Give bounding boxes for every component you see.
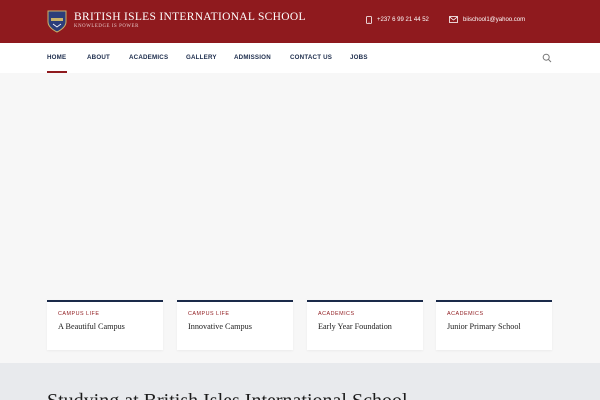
phone-number: +237 6 99 21 44 52: [377, 17, 429, 23]
card-title[interactable]: A Beautiful Campus: [58, 322, 125, 331]
search-icon[interactable]: [542, 53, 552, 63]
contact-phone[interactable]: +237 6 99 21 44 52: [366, 16, 429, 24]
phone-icon: [366, 16, 372, 24]
nav-item-about[interactable]: ABOUT: [87, 54, 110, 61]
card-category: ACADEMICS: [447, 311, 484, 317]
card-category: ACADEMICS: [318, 311, 355, 317]
intro-section: Studying at British Isles International …: [0, 363, 600, 400]
email-address: biischool1@yahoo.com: [463, 16, 526, 23]
card-title[interactable]: Innovative Campus: [188, 322, 252, 331]
card-title[interactable]: Early Year Foundation: [318, 322, 392, 331]
contact-email[interactable]: biischool1@yahoo.com: [449, 16, 525, 23]
feature-card[interactable]: ACADEMICS Early Year Foundation: [307, 300, 423, 350]
main-nav: HOME ABOUT ACADEMICS GALLERY ADMISSION C…: [0, 43, 600, 73]
nav-item-home[interactable]: HOME: [47, 54, 66, 61]
nav-item-contact-us[interactable]: CONTACT US: [290, 54, 332, 61]
feature-card[interactable]: ACADEMICS Junior Primary School: [436, 300, 552, 350]
top-bar: BRITISH ISLES INTERNATIONAL SCHOOL KNOWL…: [0, 0, 600, 43]
nav-item-jobs[interactable]: JOBS: [350, 54, 368, 61]
card-category: CAMPUS LIFE: [58, 311, 100, 317]
feature-card[interactable]: CAMPUS LIFE A Beautiful Campus: [47, 300, 163, 350]
school-crest-icon[interactable]: [47, 10, 67, 33]
nav-item-gallery[interactable]: GALLERY: [186, 54, 217, 61]
nav-item-academics[interactable]: ACADEMICS: [129, 54, 168, 61]
card-category: CAMPUS LIFE: [188, 311, 230, 317]
feature-card[interactable]: CAMPUS LIFE Innovative Campus: [177, 300, 293, 350]
nav-item-admission[interactable]: ADMISSION: [234, 54, 271, 61]
card-title[interactable]: Junior Primary School: [447, 322, 521, 331]
mail-icon: [449, 16, 458, 23]
school-motto: KNOWLEDGE IS POWER: [74, 24, 139, 29]
school-name[interactable]: BRITISH ISLES INTERNATIONAL SCHOOL: [74, 11, 306, 23]
section-title: Studying at British Isles International …: [47, 390, 408, 400]
